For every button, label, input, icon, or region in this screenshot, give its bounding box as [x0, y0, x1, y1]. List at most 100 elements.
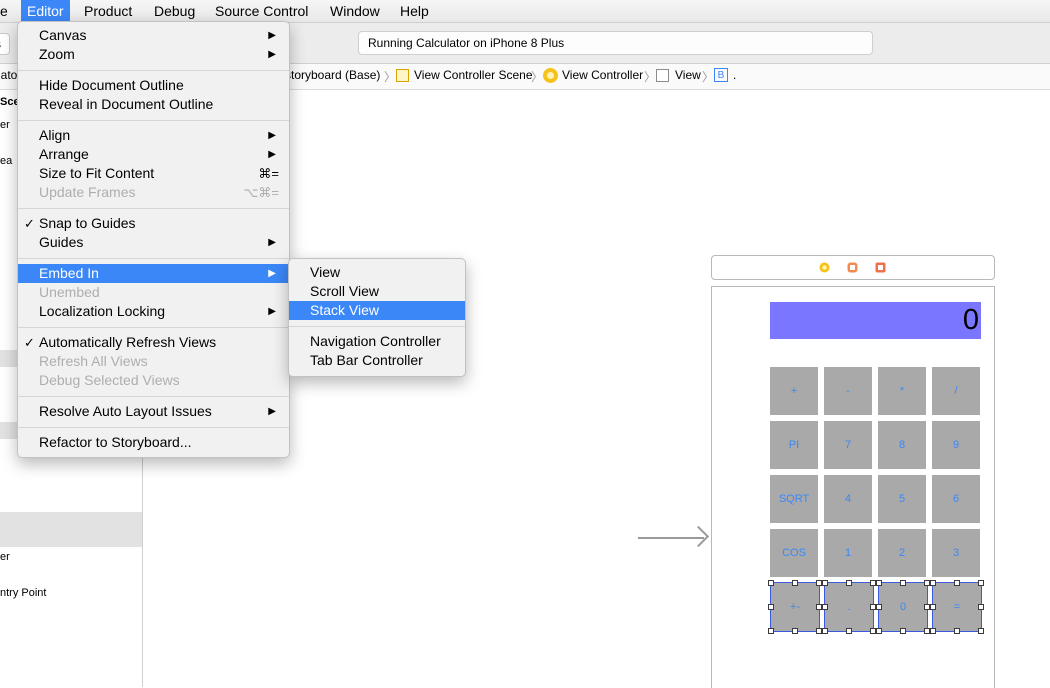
menu-separator [18, 208, 289, 209]
jump-bar-dot[interactable]: . [733, 68, 736, 82]
outline-item[interactable]: er [0, 119, 10, 131]
calc-key[interactable]: SQRT [770, 475, 818, 523]
resize-handle[interactable] [930, 580, 936, 586]
calc-key-selected[interactable]: 0 [878, 582, 928, 632]
menu-debug[interactable]: Debug [148, 0, 201, 22]
resize-handle[interactable] [822, 580, 828, 586]
menu-item-debug-selected-views: Debug Selected Views [18, 371, 289, 390]
calc-key[interactable]: 4 [824, 475, 872, 523]
calc-key-selected[interactable]: +- [770, 582, 820, 632]
view-icon [656, 69, 669, 82]
resize-handle[interactable] [900, 580, 906, 586]
menu-item-resolve-auto-layout-issues[interactable]: Resolve Auto Layout Issues ▶ [18, 402, 289, 421]
jump-bar-storyboard[interactable]: storyboard (Base) [285, 68, 380, 82]
resize-handle[interactable] [954, 628, 960, 634]
submenu-item-tab-bar-controller[interactable]: Tab Bar Controller [289, 351, 465, 370]
menu-item-label: Scroll View [310, 283, 379, 299]
submenu-item-stack-view[interactable]: Stack View [289, 301, 465, 320]
submenu-arrow-icon: ▶ [268, 306, 276, 317]
menu-item-arrange[interactable]: Arrange ▶ [18, 145, 289, 164]
menu-item-embed-in[interactable]: Embed In ▶ [18, 264, 289, 283]
first-responder-icon[interactable] [847, 262, 858, 273]
calc-key[interactable]: 2 [878, 529, 926, 577]
resize-handle[interactable] [876, 604, 882, 610]
resize-handle[interactable] [876, 580, 882, 586]
calc-key[interactable]: 1 [824, 529, 872, 577]
calc-key-selected[interactable]: = [932, 582, 982, 632]
menu-item-align[interactable]: Align ▶ [18, 126, 289, 145]
outline-item[interactable]: er [0, 551, 10, 563]
submenu-item-view[interactable]: View [289, 263, 465, 282]
menu-separator [18, 427, 289, 428]
calc-key[interactable]: COS [770, 529, 818, 577]
resize-handle[interactable] [978, 604, 984, 610]
menu-item-label: Automatically Refresh Views [39, 334, 217, 350]
resize-handle[interactable] [822, 628, 828, 634]
jump-bar-fragment[interactable]: lato [0, 68, 17, 82]
menu-item-snap-to-guides[interactable]: ✓ Snap to Guides [18, 214, 289, 233]
jump-bar-view-controller[interactable]: View Controller [562, 68, 643, 82]
resize-handle[interactable] [978, 628, 984, 634]
calc-key[interactable]: 8 [878, 421, 926, 469]
menu-item-size-to-fit-content[interactable]: Size to Fit Content ⌘= [18, 164, 289, 183]
resize-handle[interactable] [822, 604, 828, 610]
submenu-item-scroll-view[interactable]: Scroll View [289, 282, 465, 301]
menu-product[interactable]: Product [78, 0, 138, 22]
resize-handle[interactable] [768, 628, 774, 634]
calc-key[interactable]: / [932, 367, 980, 415]
menu-item-label: Stack View [310, 302, 379, 318]
calc-key[interactable]: 9 [932, 421, 980, 469]
resize-handle[interactable] [954, 580, 960, 586]
menu-window[interactable]: Window [324, 0, 386, 22]
resize-handle[interactable] [978, 580, 984, 586]
view-controller-icon[interactable] [819, 262, 830, 273]
calculator-display[interactable]: 0 [770, 302, 981, 339]
menu-item-auto-refresh-views[interactable]: ✓ Automatically Refresh Views [18, 333, 289, 352]
menu-item-canvas[interactable]: Canvas ▶ [18, 26, 289, 45]
resize-handle[interactable] [846, 628, 852, 634]
menu-app-fragment[interactable]: e [0, 0, 14, 22]
calc-key-selected[interactable]: . [824, 582, 874, 632]
menu-item-reveal-in-document-outline[interactable]: Reveal in Document Outline [18, 95, 289, 114]
resize-handle[interactable] [768, 604, 774, 610]
resize-handle[interactable] [768, 580, 774, 586]
resize-handle[interactable] [900, 628, 906, 634]
calc-key[interactable]: * [878, 367, 926, 415]
checkmark-icon: ✓ [24, 216, 35, 231]
calc-key[interactable]: 7 [824, 421, 872, 469]
jump-bar-view[interactable]: View [675, 68, 701, 82]
calc-key[interactable]: - [824, 367, 872, 415]
resize-handle[interactable] [930, 604, 936, 610]
menu-bar: e Editor Product Debug Source Control Wi… [0, 0, 1050, 23]
submenu-arrow-icon: ▶ [268, 149, 276, 160]
outline-entry-point[interactable]: ntry Point [0, 587, 46, 599]
menu-editor[interactable]: Editor [21, 0, 70, 22]
resize-handle[interactable] [792, 628, 798, 634]
resize-handle[interactable] [792, 580, 798, 586]
menu-item-zoom[interactable]: Zoom ▶ [18, 45, 289, 64]
outline-row-highlight[interactable] [0, 512, 142, 547]
calc-key[interactable]: 6 [932, 475, 980, 523]
calc-key[interactable]: 5 [878, 475, 926, 523]
chevron-right-icon: 〉 [644, 70, 657, 84]
menu-source-control[interactable]: Source Control [209, 0, 314, 22]
calc-key[interactable]: PI [770, 421, 818, 469]
scheme-button[interactable]: s [0, 33, 10, 55]
outline-item[interactable]: ea [0, 155, 12, 167]
calc-key[interactable]: 3 [932, 529, 980, 577]
resize-handle[interactable] [876, 628, 882, 634]
menu-item-localization-locking[interactable]: Localization Locking ▶ [18, 302, 289, 321]
menu-item-hide-document-outline[interactable]: Hide Document Outline [18, 76, 289, 95]
menu-item-refactor-to-storyboard[interactable]: Refactor to Storyboard... [18, 433, 289, 452]
submenu-arrow-icon: ▶ [268, 130, 276, 141]
menu-separator [18, 396, 289, 397]
resize-handle[interactable] [930, 628, 936, 634]
menu-item-refresh-all-views: Refresh All Views [18, 352, 289, 371]
resize-handle[interactable] [846, 580, 852, 586]
exit-icon[interactable] [875, 262, 886, 273]
submenu-item-navigation-controller[interactable]: Navigation Controller [289, 332, 465, 351]
menu-item-guides[interactable]: Guides ▶ [18, 233, 289, 252]
jump-bar-scene[interactable]: View Controller Scene [414, 68, 533, 82]
calc-key[interactable]: + [770, 367, 818, 415]
menu-help[interactable]: Help [394, 0, 435, 22]
